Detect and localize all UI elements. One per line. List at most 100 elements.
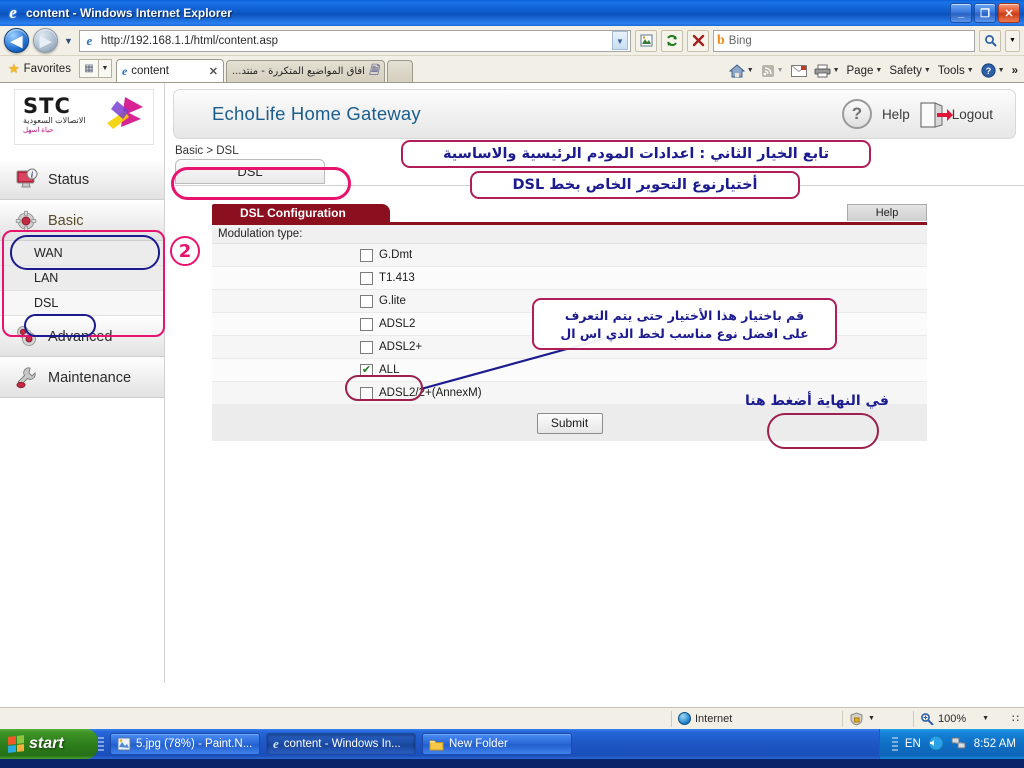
network-icon[interactable] (951, 736, 967, 753)
page-favicon-icon: e (86, 32, 93, 48)
back-button[interactable]: ◀ (4, 28, 29, 53)
taskbar-grip (98, 735, 104, 753)
taskbar-item-folder[interactable]: New Folder (422, 733, 572, 755)
option-row-annexm[interactable]: ADSL2/2+(AnnexM) (212, 382, 927, 405)
refresh-icon[interactable] (661, 29, 683, 52)
zoom-caret[interactable]: ▼ (982, 715, 989, 722)
sidebar-item-lan[interactable]: LAN (0, 266, 164, 291)
panel-body: Modulation type: G.Dmt T1.413 G.lite ADS… (212, 222, 927, 441)
sidebar-item-maintenance[interactable]: Maintenance (0, 357, 164, 398)
panel-header: DSL Configuration Help (212, 204, 927, 222)
gateway-header: EchoLife Home Gateway ? Help Logout (173, 89, 1016, 139)
option-row-t1413[interactable]: T1.413 (212, 267, 927, 290)
mail-icon[interactable] (789, 64, 809, 77)
page-icon: 🗎 (368, 63, 379, 77)
tools-menu[interactable]: Tools ▼ (936, 65, 976, 77)
gear-icon (14, 208, 40, 234)
submit-button[interactable]: Submit (536, 412, 603, 434)
sidebar-item-basic[interactable]: Basic (0, 200, 164, 241)
search-provider-caret[interactable]: ▼ (1005, 29, 1020, 52)
logout-link[interactable]: Logout (952, 107, 993, 122)
checkbox-annexm[interactable] (360, 386, 373, 400)
safety-menu[interactable]: Safety ▼ (887, 65, 933, 77)
tab-content[interactable]: e content ✕ (115, 59, 224, 82)
address-dropdown-icon[interactable]: ▼ (612, 31, 628, 50)
resize-grip[interactable]: ∷ (1006, 712, 1024, 725)
option-label: ADSL2/2+(AnnexM) (379, 387, 482, 399)
sidebar-item-status[interactable]: i Status (0, 159, 164, 200)
sidebar-item-dsl[interactable]: DSL (0, 291, 164, 316)
search-go-button[interactable] (979, 29, 1001, 52)
forward-button[interactable]: ▶ (33, 28, 58, 53)
favorites-button[interactable]: ★ Favorites (4, 61, 79, 82)
panel-help-button[interactable]: Help (847, 204, 927, 221)
logout-door-icon[interactable] (920, 101, 953, 128)
start-button[interactable]: start (0, 729, 98, 759)
breadcrumb: Basic > DSL (175, 145, 239, 157)
option-row-gdmt[interactable]: G.Dmt (212, 244, 927, 267)
stc-tagline: حياة اسهل (23, 127, 54, 134)
sidebar-item-advanced[interactable]: Advanced (0, 316, 164, 357)
page-title: EchoLife Home Gateway (212, 103, 421, 124)
new-tab-button[interactable] (386, 60, 413, 82)
minimize-button[interactable]: _ (950, 3, 972, 23)
volume-icon[interactable] (928, 735, 944, 754)
help-menu[interactable]: ? ▼ (979, 63, 1007, 78)
tray-grip (891, 735, 898, 753)
option-row-adsl2plus[interactable]: ADSL2+ (212, 336, 927, 359)
stop-icon[interactable] (687, 29, 709, 52)
wrench-icon (14, 365, 40, 391)
tab-arabic-forum[interactable]: 🗎 آفاق المواضيع المتكررة - منتد... (225, 60, 385, 82)
window-title-bar: e content - Windows Internet Explorer _ … (0, 0, 1024, 26)
feeds-icon[interactable]: ▼ (759, 64, 786, 78)
search-input[interactable]: b Bing (713, 29, 975, 52)
page-menu[interactable]: Page ▼ (845, 65, 885, 77)
stop-glyph (692, 34, 704, 47)
zoom-level: 100% (938, 712, 967, 725)
taskbar-item-ie[interactable]: e content - Windows In... (266, 733, 416, 755)
router-nav: i Status Basic WAN LAN DSL Advanced Main… (0, 159, 164, 398)
sidebar-item-label: Basic (48, 212, 84, 229)
sidebar-item-wan[interactable]: WAN (0, 241, 164, 266)
option-label: T1.413 (379, 272, 415, 284)
shield-icon (850, 711, 863, 726)
overflow-chevron-icon[interactable]: » (1010, 65, 1020, 77)
checkbox-adsl2[interactable] (360, 317, 373, 331)
help-circle-icon[interactable]: ? (841, 99, 872, 129)
windows-flag-icon (8, 735, 24, 753)
compatibility-view-icon[interactable] (635, 29, 657, 52)
option-label: ADSL2+ (379, 341, 423, 353)
search-icon (984, 35, 996, 47)
protected-mode-caret[interactable]: ▼ (868, 715, 875, 722)
close-icon[interactable]: ✕ (209, 65, 218, 78)
taskbar-item-paint[interactable]: 5.jpg (78%) - Paint.N... (110, 733, 260, 755)
maximize-button[interactable]: ❐ (974, 3, 996, 23)
help-link[interactable]: Help (882, 107, 910, 122)
checkbox-t1413[interactable] (360, 271, 373, 285)
print-icon[interactable]: ▼ (812, 64, 842, 78)
home-icon[interactable]: ▼ (727, 63, 756, 78)
system-tray: EN 8:52 AM (878, 729, 1024, 759)
option-row-all[interactable]: ✔ ALL (212, 359, 927, 382)
clock[interactable]: 8:52 AM (974, 738, 1016, 750)
protected-mode-indicator[interactable]: ▼ (843, 711, 913, 726)
close-button[interactable]: ✕ (998, 3, 1020, 23)
browser-status-bar: Internet ▼ 100% ▼ ∷ (0, 707, 1024, 729)
quick-tabs-icon[interactable]: ▦ (78, 59, 99, 78)
checkbox-glite[interactable] (360, 294, 373, 308)
search-placeholder: Bing (728, 34, 752, 47)
option-row-adsl2[interactable]: ADSL2 (212, 313, 927, 336)
checkbox-all[interactable]: ✔ (360, 363, 373, 377)
checkbox-gdmt[interactable] (360, 248, 373, 262)
option-row-glite[interactable]: G.lite (212, 290, 927, 313)
tab-dsl[interactable]: DSL (175, 159, 325, 184)
address-input[interactable]: e http://192.168.1.1/html/content.asp ▼ (78, 29, 631, 52)
language-indicator[interactable]: EN (905, 738, 921, 750)
command-bar: ▼ ▼ ▼ Page ▼ Safety ▼ Tools ▼ ? ▼ » (727, 63, 1020, 82)
history-dropdown-icon[interactable]: ▼ (62, 36, 75, 46)
zone-label: Internet (695, 712, 733, 725)
checkbox-adsl2plus[interactable] (360, 340, 373, 354)
tab-list-caret-icon[interactable]: ▼ (98, 59, 112, 78)
zoom-control[interactable]: 100% ▼ (914, 712, 1006, 725)
folder-icon (429, 740, 444, 750)
